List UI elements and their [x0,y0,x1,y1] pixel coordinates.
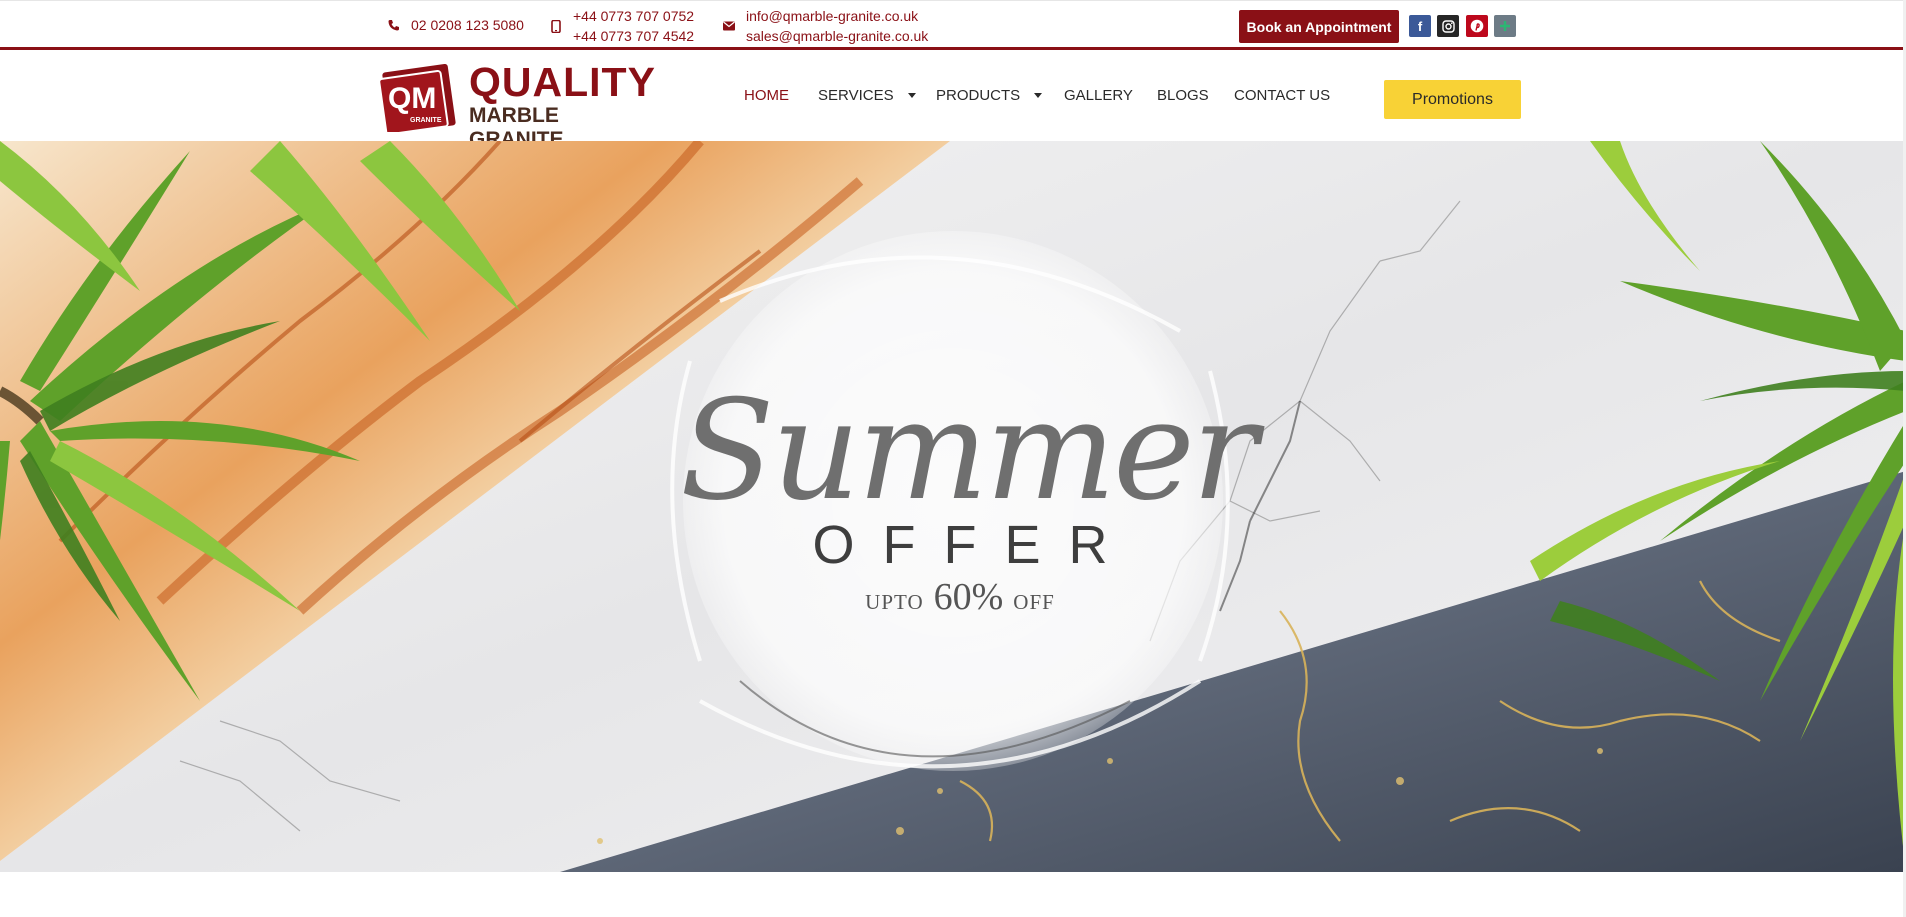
promotions-button[interactable]: Promotions [1384,80,1521,119]
nav-home-label: HOME [744,87,789,104]
svg-text:QM: QM [388,82,436,115]
nav-products-label: PRODUCTS [936,87,1021,104]
envelope-icon [722,19,736,33]
nav-blogs[interactable]: BLOGS [1157,87,1209,104]
mobile-number-2[interactable]: +44 0773 707 4542 [573,26,694,46]
hero-discount: UPTO 60% OFF [680,575,1240,619]
mobile-contact[interactable]: +44 0773 707 0752 +44 0773 707 4542 [549,6,694,46]
hero-off: OFF [1013,590,1055,614]
pinterest-glyph [1470,19,1484,33]
nav-contact-label: CONTACT US [1234,87,1331,104]
nav-services[interactable]: SERVICES [818,87,916,104]
instagram-glyph [1441,19,1455,33]
nav-home[interactable]: HOME [744,87,789,104]
chevron-down-icon [1034,93,1043,98]
email-info[interactable]: info@qmarble-granite.co.uk [746,6,928,26]
below-hero-area [0,872,1906,917]
nav-contact[interactable]: CONTACT US [1234,87,1330,104]
mobile-icon [549,19,563,33]
nav-services-label: SERVICES [818,87,894,104]
chevron-down-icon [907,93,916,98]
main-navigation: QM GRANITE QUALITY MARBLE GRANITE HOME S… [0,50,1906,151]
book-appointment-button[interactable]: Book an Appointment [1239,10,1399,43]
phone-number[interactable]: 02 0208 123 5080 [411,17,524,33]
phone-icon [387,18,401,32]
email-contact[interactable]: info@qmarble-granite.co.uk sales@qmarble… [722,6,928,46]
site-logo[interactable]: QM GRANITE QUALITY MARBLE GRANITE [380,59,656,151]
nav-gallery-label: GALLERY [1064,87,1133,104]
svg-text:GRANITE: GRANITE [410,117,442,124]
instagram-icon[interactable] [1437,15,1459,37]
hero-title: Summer [680,370,1258,531]
nav-gallery[interactable]: GALLERY [1064,87,1133,104]
hero-discount-value: 60% [933,576,1004,618]
phone-contact[interactable]: 02 0208 123 5080 [387,17,524,33]
mobile-number-1[interactable]: +44 0773 707 0752 [573,6,694,26]
summer-offer-text: Summer OFFER UPTO 60% OFF [680,370,1258,619]
top-contact-bar: 02 0208 123 5080 +44 0773 707 0752 +44 0… [0,0,1906,50]
nav-products[interactable]: PRODUCTS [936,87,1043,104]
email-sales[interactable]: sales@qmarble-granite.co.uk [746,26,928,46]
pinterest-icon[interactable] [1466,15,1488,37]
hero-banner: Summer OFFER UPTO 60% OFF [0,141,1906,872]
share-icon[interactable] [1494,15,1516,37]
nav-blogs-label: BLOGS [1157,87,1209,104]
qm-logo-icon: QM GRANITE [380,64,456,132]
share-glyph [1500,21,1510,31]
logo-line1: QUALITY [469,59,656,105]
facebook-icon[interactable]: f [1409,15,1431,37]
hero-upto: UPTO [865,590,924,614]
